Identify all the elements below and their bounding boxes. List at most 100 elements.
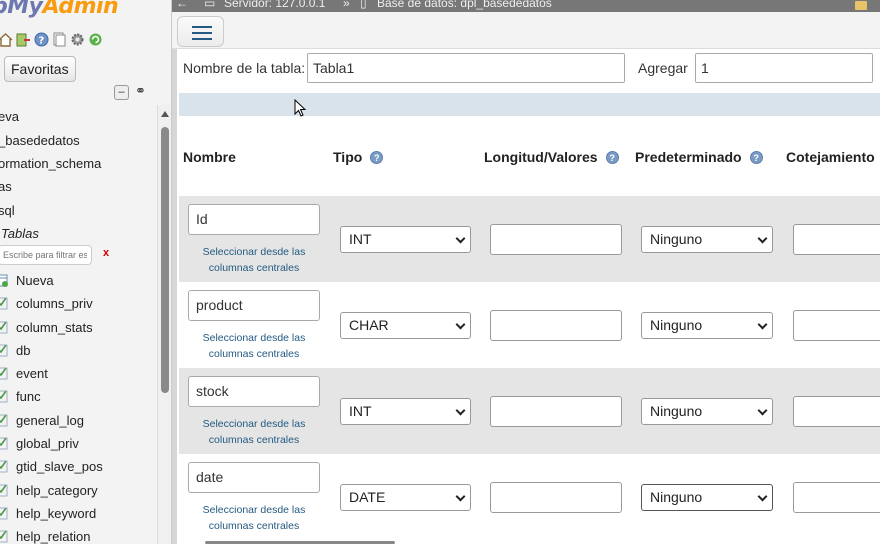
back-arrow-icon[interactable]: ← <box>176 0 188 10</box>
menu-icon[interactable] <box>177 16 224 47</box>
filter-clear-button[interactable]: x <box>103 247 109 259</box>
table-name-input[interactable]: Tabla1 <box>307 53 625 83</box>
breadcrumb: ← ▭ Servidor: 127.0.0.1 » ▯ Base de dato… <box>172 0 880 12</box>
table-item[interactable]: help_category <box>0 480 98 500</box>
tables-group-label[interactable]: Tablas <box>1 226 39 241</box>
collapse-icon[interactable]: – <box>114 85 129 100</box>
table-icon <box>0 459 8 473</box>
scroll-up-arrow-icon[interactable] <box>161 111 169 117</box>
table-item[interactable]: columns_priv <box>0 293 93 313</box>
top-menu-bar <box>172 12 880 49</box>
column-collation-select[interactable] <box>793 396 880 427</box>
column-default-select[interactable]: Ninguno <box>641 312 773 339</box>
server-icon: ▭ <box>204 0 216 10</box>
chevron-down-icon <box>757 405 768 416</box>
db-item-mysql[interactable]: as <box>0 179 12 194</box>
column-length-input[interactable] <box>490 482 622 513</box>
column-header-default: Predeterminado? <box>635 149 763 165</box>
favorites-tab[interactable]: Favoritas <box>4 56 76 82</box>
table-icon <box>0 436 8 450</box>
db-item-sql[interactable]: sql <box>0 203 15 218</box>
settings-icon[interactable] <box>70 32 85 47</box>
column-name-input[interactable]: date <box>188 462 320 493</box>
chevron-down-icon <box>455 319 466 330</box>
reload-icon[interactable] <box>88 32 103 47</box>
help-icon[interactable]: ? <box>749 150 763 164</box>
table-item[interactable]: func <box>0 386 41 406</box>
table-icon <box>0 320 8 334</box>
table-item-label: columns_priv <box>16 295 93 311</box>
svg-text:?: ? <box>39 36 45 47</box>
column-type-select[interactable]: INT <box>340 226 471 253</box>
table-item[interactable]: help_keyword <box>0 503 96 523</box>
column-name-input[interactable]: Id <box>188 204 320 235</box>
app-logo[interactable]: pMyAdmin <box>0 0 119 19</box>
column-type-select[interactable]: DATE <box>340 484 471 511</box>
column-default-select[interactable]: Ninguno <box>641 398 773 425</box>
column-length-input[interactable] <box>490 310 622 341</box>
central-columns-link[interactable]: Seleccionar desde las columnas centrales <box>188 416 320 448</box>
central-columns-link[interactable]: Seleccionar desde las columnas centrales <box>188 502 320 534</box>
central-columns-link[interactable]: Seleccionar desde las columnas centrales <box>188 244 320 276</box>
add-columns-input[interactable]: 1 <box>695 53 873 83</box>
table-row: Id Seleccionar desde las columnas centra… <box>179 196 880 282</box>
table-item[interactable]: help_relation <box>0 526 90 544</box>
table-name-label: Nombre de la tabla: <box>183 60 306 76</box>
table-item[interactable]: event <box>0 363 48 383</box>
sidebar-scrollbar[interactable] <box>157 105 171 544</box>
chevron-down-icon <box>757 319 768 330</box>
table-item[interactable]: global_priv <box>0 433 79 453</box>
table-item-label: general_log <box>16 412 84 428</box>
column-type-select[interactable]: CHAR <box>340 312 471 339</box>
table-icon <box>0 296 8 310</box>
db-item-basededatos[interactable]: _basededatos <box>0 133 80 148</box>
central-columns-link[interactable]: Seleccionar desde las columnas centrales <box>188 330 320 362</box>
column-name-input[interactable]: product <box>188 290 320 321</box>
column-length-input[interactable] <box>490 396 622 427</box>
table-item[interactable]: general_log <box>0 410 84 430</box>
navigation-panel: pMyAdmin ? Favoritas – ⚭ eva _basededato… <box>0 0 172 544</box>
mouse-cursor-icon <box>294 99 307 117</box>
db-item-nueva[interactable]: eva <box>0 109 19 124</box>
column-default-select[interactable]: Ninguno <box>641 484 773 511</box>
table-icon <box>0 389 8 403</box>
breadcrumb-server[interactable]: Servidor: 127.0.0.1 <box>224 0 325 10</box>
table-item-label: event <box>16 365 48 381</box>
console-toggle-icon[interactable] <box>855 1 867 10</box>
column-collation-select[interactable] <box>793 482 880 513</box>
column-collation-select[interactable] <box>793 310 880 341</box>
table-item[interactable]: gtid_slave_pos <box>0 456 103 476</box>
table-icon <box>0 343 8 357</box>
chevron-down-icon <box>455 405 466 416</box>
quick-icons: ? <box>0 32 103 47</box>
column-name-input[interactable]: stock <box>188 376 320 407</box>
docs-icon[interactable] <box>52 32 67 47</box>
help-icon[interactable]: ? <box>605 150 619 164</box>
scrollbar-thumb[interactable] <box>161 127 169 393</box>
breadcrumb-database[interactable]: Base de datos: dpl_basededatos <box>377 0 552 10</box>
table-item-label: global_priv <box>16 435 79 451</box>
exit-icon[interactable] <box>16 32 31 47</box>
home-icon[interactable] <box>0 32 13 47</box>
table-item[interactable]: column_stats <box>0 317 93 337</box>
table-item[interactable]: db <box>0 340 30 360</box>
table-filter-input[interactable] <box>0 245 92 265</box>
column-collation-select[interactable] <box>793 224 880 255</box>
table-icon <box>0 483 8 497</box>
db-item-information-schema[interactable]: ormation_schema <box>0 156 101 171</box>
column-header-collation: Cotejamiento <box>786 149 875 165</box>
help-icon[interactable]: ? <box>34 32 49 47</box>
table-item-new[interactable]: Nueva <box>0 270 54 290</box>
table-item-label: Nueva <box>16 272 54 288</box>
table-row: date Seleccionar desde las columnas cent… <box>179 454 880 540</box>
help-icon[interactable]: ? <box>370 150 384 164</box>
link-icon[interactable]: ⚭ <box>133 84 148 100</box>
database-icon: ▯ <box>360 0 367 10</box>
table-icon <box>0 506 8 520</box>
table-icon <box>0 529 8 543</box>
column-type-select[interactable]: INT <box>340 398 471 425</box>
column-length-input[interactable] <box>490 224 622 255</box>
phpmyadmin-window: pMyAdmin ? Favoritas – ⚭ eva _basededato… <box>0 0 880 544</box>
table-item-label: help_keyword <box>16 505 97 521</box>
column-default-select[interactable]: Ninguno <box>641 226 773 253</box>
